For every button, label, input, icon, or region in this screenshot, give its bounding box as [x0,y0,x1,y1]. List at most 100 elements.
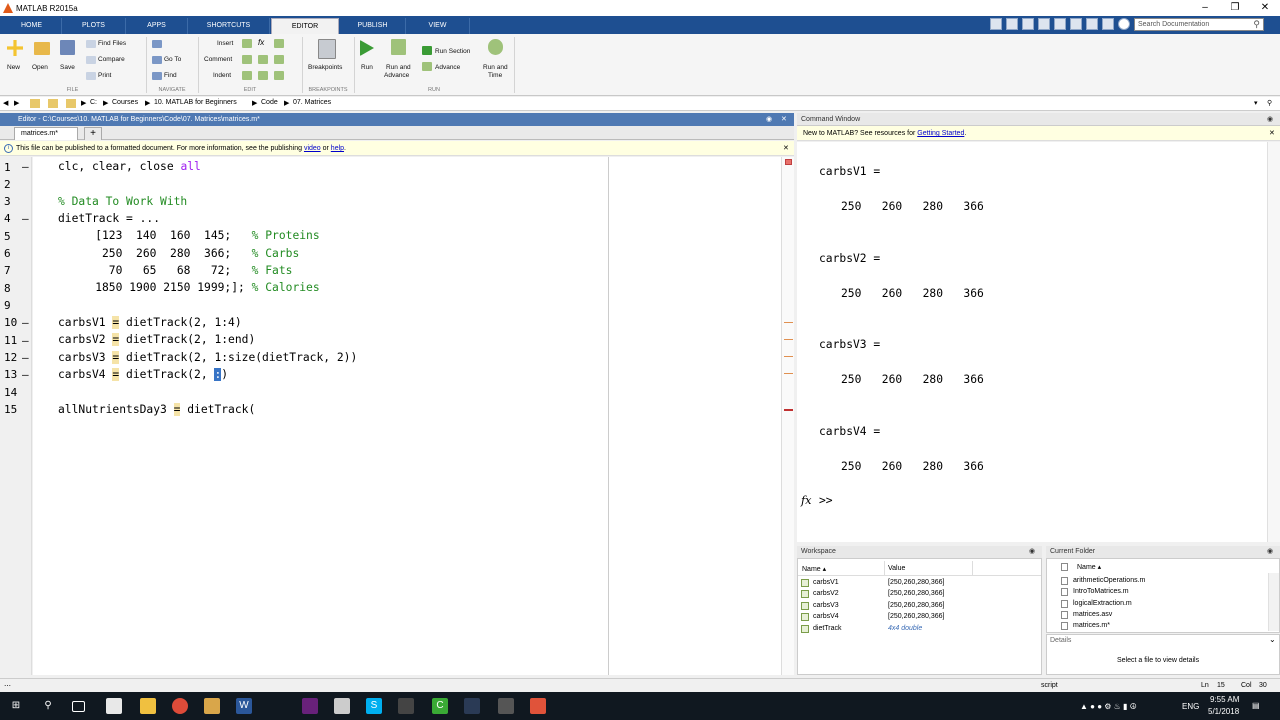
breakpoint-marker[interactable]: — [22,368,29,381]
breadcrumb-code[interactable]: Code [261,99,278,106]
details-label[interactable]: Details [1050,637,1071,644]
paste-quick-icon[interactable] [1038,18,1050,30]
smart-indent-icon[interactable] [242,71,252,80]
command-window-scrollbar[interactable] [1267,142,1280,542]
folder-file[interactable]: matrices.asv [1073,611,1112,618]
current-folder-options-icon[interactable]: ◉ [1267,546,1273,558]
workspace-variable-value[interactable]: 4x4 double [888,625,922,632]
comment-button[interactable]: Comment [204,56,232,63]
increase-indent-icon[interactable] [258,71,268,80]
code-editor[interactable]: clc, clear, close all % Data To Work Wit… [33,157,781,675]
print-button[interactable]: Print [98,72,111,79]
obs-icon[interactable] [398,698,414,714]
folder-file[interactable]: IntroToMatrices.m [1073,588,1129,595]
go-to-button[interactable]: Go To [164,56,181,63]
code-line[interactable]: 1850 1900 2150 1999;]; % Calories [68,281,319,294]
minimize-button[interactable]: – [1190,0,1220,16]
code-line[interactable]: % Data To Work With [58,195,187,208]
error-marker[interactable] [784,409,793,411]
fx-icon[interactable]: fx [801,494,812,507]
run-and-advance-button-line1[interactable]: Run and [386,64,411,71]
tray-icons[interactable]: ▲ ● ● ⚙ ♨ ▮ ☮ [1080,702,1137,711]
workspace-variable-name[interactable]: carbsV2 [813,590,839,597]
layout-icon[interactable] [1102,18,1114,30]
tray-clock-date[interactable]: 5/1/2018 [1208,707,1239,716]
save-button[interactable]: Save [60,64,75,71]
back-icon[interactable]: ◀ [3,99,8,107]
run-and-advance-button-line2[interactable]: Advance [384,72,409,79]
workspace-variable-name[interactable]: carbsV1 [813,579,839,586]
workspace-variable-value[interactable]: [250,260,280,366] [888,602,944,609]
folder-file[interactable]: logicalExtraction.m [1073,600,1132,607]
breakpoint-marker[interactable]: — [22,351,29,364]
warning-marker[interactable] [784,373,793,374]
breadcrumb-drive[interactable]: C: [90,99,97,106]
comment-icon[interactable] [242,55,252,64]
notice-close-icon[interactable]: ✕ [1269,126,1275,141]
code-line[interactable]: carbsV2 = dietTrack(2, 1:end) [58,333,255,346]
code-line[interactable]: carbsV3 = dietTrack(2, 1:size(dietTrack,… [58,351,357,364]
close-window-button[interactable]: ✕ [1250,0,1280,16]
forward-icon[interactable]: ▶ [14,99,19,107]
run-section-button[interactable]: Run Section [435,48,470,55]
insert-section-icon[interactable] [242,39,252,48]
warning-marker[interactable] [784,356,793,357]
indent-button[interactable]: Indent [213,72,231,79]
visual-studio-icon[interactable] [302,698,318,714]
new-button[interactable]: New [7,64,20,71]
breakpoint-marker[interactable]: — [22,160,29,173]
workspace-variable-name[interactable]: carbsV4 [813,613,839,620]
code-line[interactable]: carbsV4 = dietTrack(2, :) [58,368,228,381]
tab-apps[interactable]: APPS [126,18,188,34]
editor-close-icon[interactable]: ✕ [781,113,787,126]
help-link[interactable]: help [331,145,344,152]
tray-clock-time[interactable]: 9:55 AM [1210,695,1239,704]
undo-quick-icon[interactable] [1054,18,1066,30]
cut-quick-icon[interactable] [1006,18,1018,30]
app-icon[interactable] [334,698,350,714]
folder-file[interactable]: arithmeticOperations.m [1073,577,1145,584]
run-and-time-button-line2[interactable]: Time [488,72,502,79]
column-header-name[interactable]: Name ▴ [802,565,826,573]
pencil-app-icon[interactable] [204,698,220,714]
uncomment-icon[interactable] [258,55,268,64]
help-icon[interactable] [1118,18,1130,30]
save-quick-icon[interactable] [990,18,1002,30]
search-icon[interactable]: ⚲ [40,698,56,714]
breakpoint-marker[interactable]: — [22,334,29,347]
tab-shortcuts[interactable]: SHORTCUTS [188,18,270,34]
folder-file[interactable]: matrices.m* [1073,622,1110,629]
run-button[interactable]: Run [361,64,373,71]
chrome-icon[interactable] [172,698,188,714]
app-icon[interactable] [498,698,514,714]
command-window-output[interactable]: carbsV1 = 250 260 280 366 carbsV2 = 250 … [797,142,1280,542]
run-and-advance-icon[interactable] [391,39,406,55]
tab-view[interactable]: VIEW [406,18,470,34]
code-line[interactable]: 70 65 68 72; % Fats [68,264,293,277]
details-collapse-icon[interactable]: ⌄ [1269,635,1276,644]
getting-started-link[interactable]: Getting Started [917,130,964,137]
mail-icon[interactable] [106,698,122,714]
tab-editor[interactable]: EDITOR [271,18,339,34]
code-line[interactable]: dietTrack = ... [58,212,160,225]
video-link[interactable]: video [304,145,321,152]
command-prompt[interactable]: >> [819,494,833,507]
insert-dropdown-icon[interactable] [274,39,284,48]
code-line[interactable]: carbsV1 = dietTrack(2, 1:4) [58,316,242,329]
open-button[interactable]: Open [32,64,48,71]
redo-quick-icon[interactable] [1070,18,1082,30]
tab-home[interactable]: HOME [2,18,62,34]
search-documentation-input[interactable]: Search Documentation ⚲ [1134,18,1264,31]
tab-publish[interactable]: PUBLISH [340,18,406,34]
editor-scrollbar[interactable] [781,157,794,675]
switch-windows-icon[interactable] [1086,18,1098,30]
advance-button[interactable]: Advance [435,64,460,71]
workspace-variable-value[interactable]: [250,260,280,366] [888,579,944,586]
word-icon[interactable]: W [236,698,252,714]
current-folder-address-bar[interactable]: ◀ ▶ ▶ C: ▶ Courses ▶ 10. MATLAB for Begi… [0,97,1280,111]
decrease-indent-icon[interactable] [274,71,284,80]
workspace-variable-name[interactable]: dietTrack [813,625,842,632]
open-folder-icon[interactable] [34,42,50,55]
breadcrumb-matrices[interactable]: 07. Matrices [293,99,331,106]
maximize-button[interactable]: ❐ [1220,0,1250,16]
